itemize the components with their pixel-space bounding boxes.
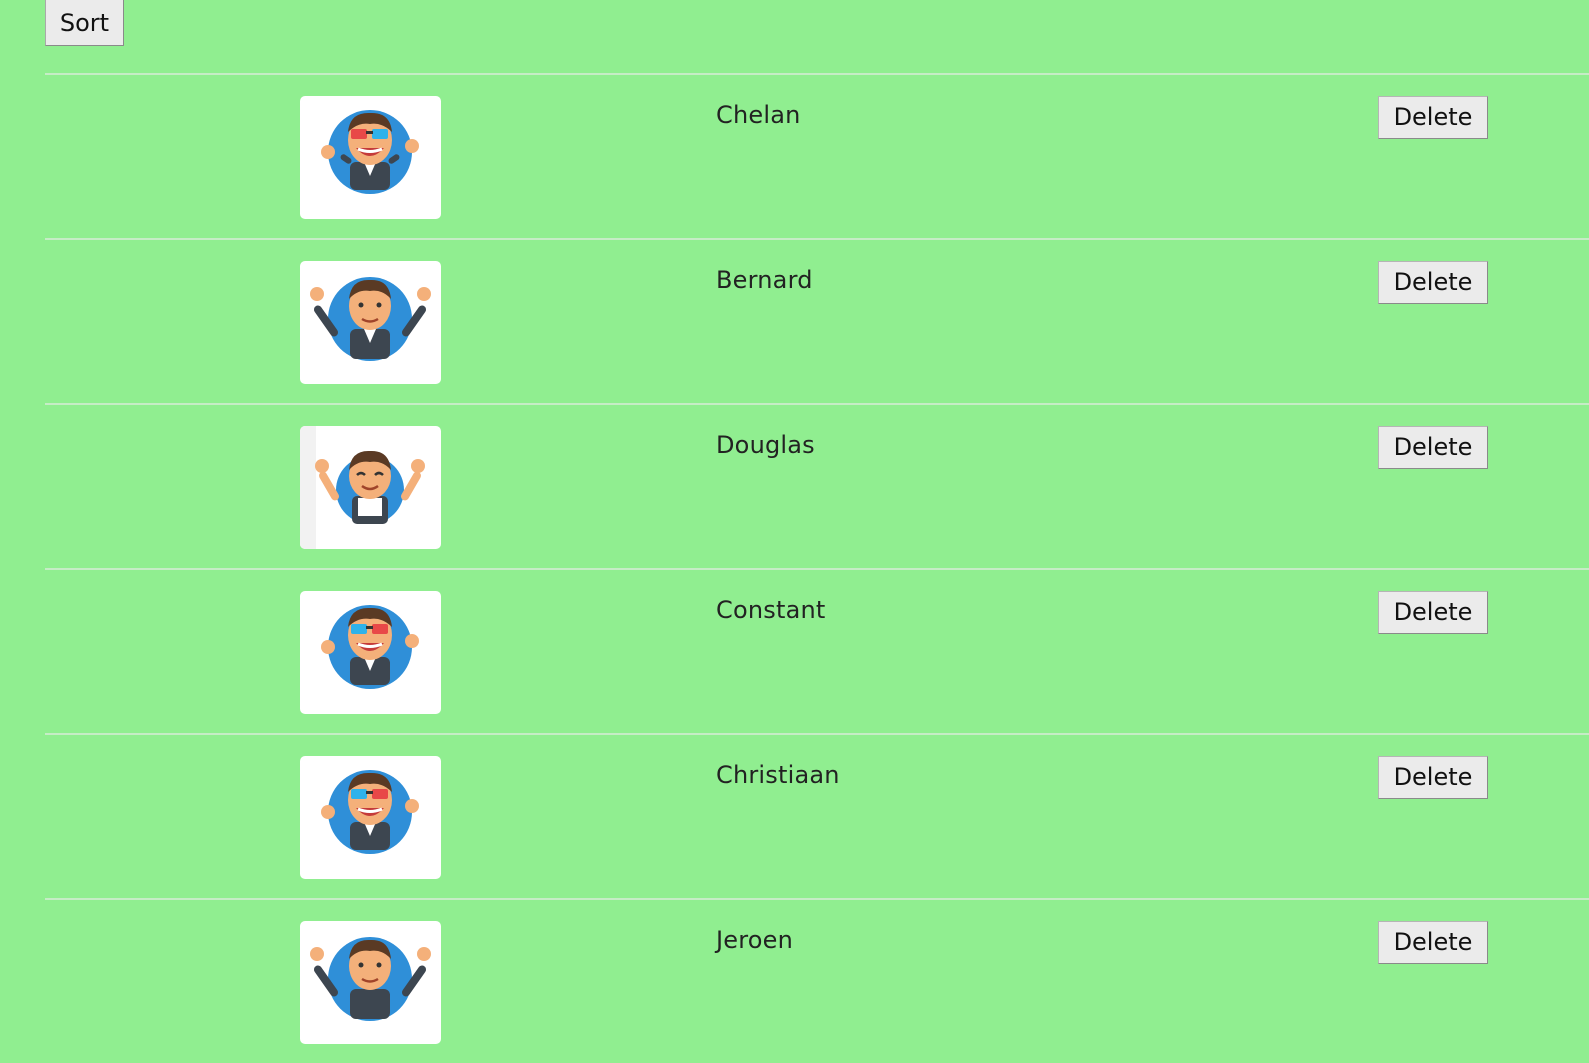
delete-button[interactable]: Delete xyxy=(1378,96,1488,139)
avatar xyxy=(300,921,441,1044)
people-list: Chelan Delete Bernard Delete Douglas Del… xyxy=(45,73,1589,1063)
person-name: Christiaan xyxy=(716,761,840,789)
delete-button[interactable]: Delete xyxy=(1378,591,1488,634)
avatar xyxy=(300,96,441,219)
list-item: Jeroen Delete xyxy=(45,898,1589,1063)
delete-button[interactable]: Delete xyxy=(1378,426,1488,469)
businessman-3d-glasses-icon xyxy=(321,770,419,854)
avatar xyxy=(300,426,441,549)
avatar xyxy=(300,261,441,384)
businessman-waving-icon xyxy=(310,937,431,1021)
businessman-3d-glasses-icon xyxy=(321,605,419,689)
list-item: Chelan Delete xyxy=(45,73,1589,238)
sort-button[interactable]: Sort xyxy=(45,0,124,46)
person-name: Jeroen xyxy=(716,926,794,954)
person-name: Chelan xyxy=(716,101,801,129)
delete-button[interactable]: Delete xyxy=(1378,261,1488,304)
delete-button[interactable]: Delete xyxy=(1378,921,1488,964)
businessman-3d-glasses-icon xyxy=(321,110,419,194)
person-name: Bernard xyxy=(716,266,813,294)
person-name: Constant xyxy=(716,596,826,624)
list-item: Christiaan Delete xyxy=(45,733,1589,898)
delete-button[interactable]: Delete xyxy=(1378,756,1488,799)
list-item: Douglas Delete xyxy=(45,403,1589,568)
businessman-waving-icon xyxy=(310,277,431,361)
avatar xyxy=(300,591,441,714)
avatar xyxy=(300,756,441,879)
businessman-happy-icon xyxy=(300,426,425,549)
list-item: Constant Delete xyxy=(45,568,1589,733)
person-name: Douglas xyxy=(716,431,815,459)
list-item: Bernard Delete xyxy=(45,238,1589,403)
